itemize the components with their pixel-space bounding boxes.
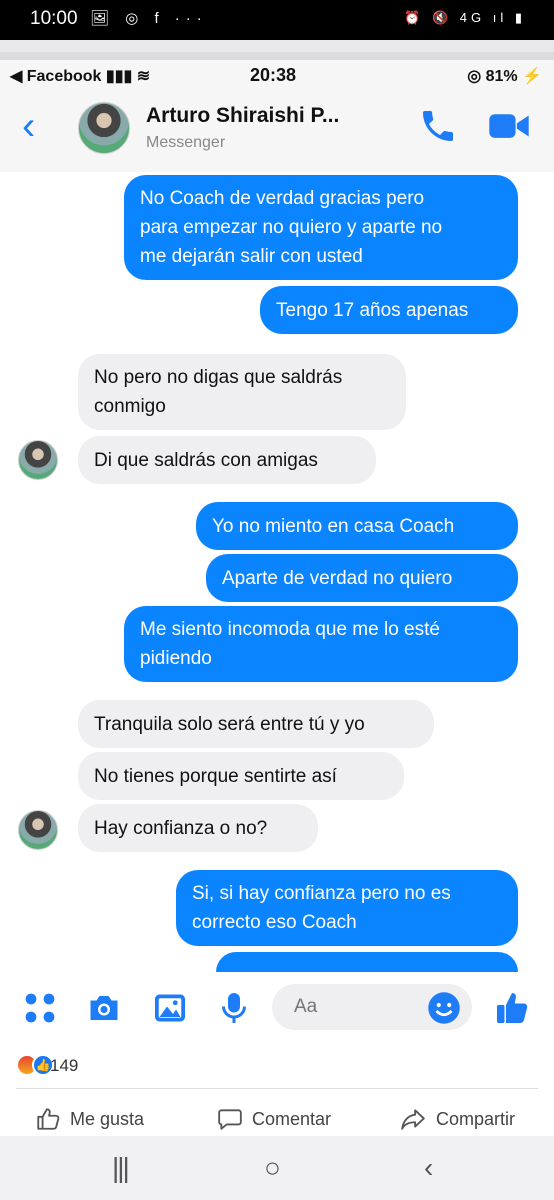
thumbs-up-icon[interactable] (494, 990, 530, 1026)
phone-call-icon[interactable] (418, 106, 458, 146)
camera-icon[interactable] (86, 990, 122, 1026)
sender-avatar[interactable] (18, 440, 58, 480)
like-label: Me gusta (70, 1108, 145, 1129)
message-composer (0, 972, 554, 1042)
comment-icon (218, 1109, 242, 1130)
comment-label: Comentar (252, 1108, 332, 1129)
contact-avatar[interactable] (78, 102, 130, 154)
like-outline-icon (37, 1108, 60, 1130)
contact-subtitle: Messenger (146, 134, 226, 151)
apps-grid-icon[interactable] (22, 990, 58, 1026)
gallery-icon[interactable] (152, 990, 188, 1026)
video-call-icon[interactable] (488, 110, 530, 142)
outgoing-message[interactable]: Aparte de verdad no quiero (206, 554, 518, 602)
inner-battery: ◎ 81% ⚡ (467, 68, 542, 85)
phone-status-bar: 10:00 🖼 ◎ f ··· ⏰ 🔇 4G ıl ▮ (0, 0, 554, 40)
outgoing-message[interactable]: Si, si hay confianza pero no es correcto… (176, 870, 518, 946)
inner-status-bar: ◀ Facebook ▮▮▮ ≋ 20:38 ◎ 81% ⚡ (0, 60, 554, 92)
home-button[interactable]: ○ (264, 1152, 281, 1184)
android-nav-bar: ||| ○ ‹ (0, 1136, 554, 1200)
incoming-message[interactable]: No pero no digas que saldrás conmigo (78, 354, 406, 430)
reaction-count[interactable]: 149 (50, 1056, 78, 1076)
outgoing-message[interactable]: Yo no miento en casa Coach (196, 502, 518, 550)
share-label: Compartir (436, 1108, 516, 1129)
recent-apps-button[interactable]: ||| (112, 1152, 130, 1184)
incoming-message[interactable]: Di que saldrás con amigas (78, 436, 376, 484)
contact-name[interactable]: Arturo Shiraishi P... (146, 104, 339, 128)
back-chevron-icon[interactable]: ‹ (22, 106, 35, 146)
like-button[interactable]: Me gusta (34, 1106, 144, 1132)
incoming-message[interactable]: No tienes porque sentirte así (78, 752, 404, 800)
outgoing-message[interactable]: No Coach de verdad gracias pero para emp… (124, 175, 518, 280)
emoji-icon[interactable] (426, 990, 462, 1026)
incoming-message[interactable]: Tranquila solo será entre tú y yo (78, 700, 434, 748)
inner-time: 20:38 (250, 65, 297, 85)
comment-button[interactable]: Comentar (216, 1106, 331, 1132)
footer-divider (16, 1088, 538, 1089)
notification-icons: 🖼 ◎ f ··· (90, 10, 208, 27)
post-divider (0, 52, 554, 60)
system-status-icons: ⏰ 🔇 4G ıl ▮ (404, 10, 526, 25)
share-button[interactable]: Compartir (398, 1106, 515, 1132)
microphone-icon[interactable] (216, 990, 252, 1026)
message-thread[interactable]: No Coach de verdad gracias pero para emp… (0, 172, 554, 992)
inner-carrier: ◀ Facebook ▮▮▮ ≋ (10, 68, 151, 85)
back-button[interactable]: ‹ (424, 1152, 433, 1184)
post-footer: 👍 149 Me gusta Comentar Compartir (0, 1042, 554, 1144)
chat-header: ‹ Arturo Shiraishi P... Messenger (0, 92, 554, 172)
status-time: 10:00 (30, 8, 78, 29)
sender-avatar[interactable] (18, 810, 58, 850)
messenger-screenshot[interactable]: ◀ Facebook ▮▮▮ ≋ 20:38 ◎ 81% ⚡ ‹ Arturo … (0, 60, 554, 1042)
share-arrow-icon (401, 1109, 425, 1130)
outgoing-message[interactable]: Tengo 17 años apenas (260, 286, 518, 334)
outgoing-message[interactable]: Me siento incomoda que me lo esté pidien… (124, 606, 518, 682)
incoming-message[interactable]: Hay confianza o no? (78, 804, 318, 852)
